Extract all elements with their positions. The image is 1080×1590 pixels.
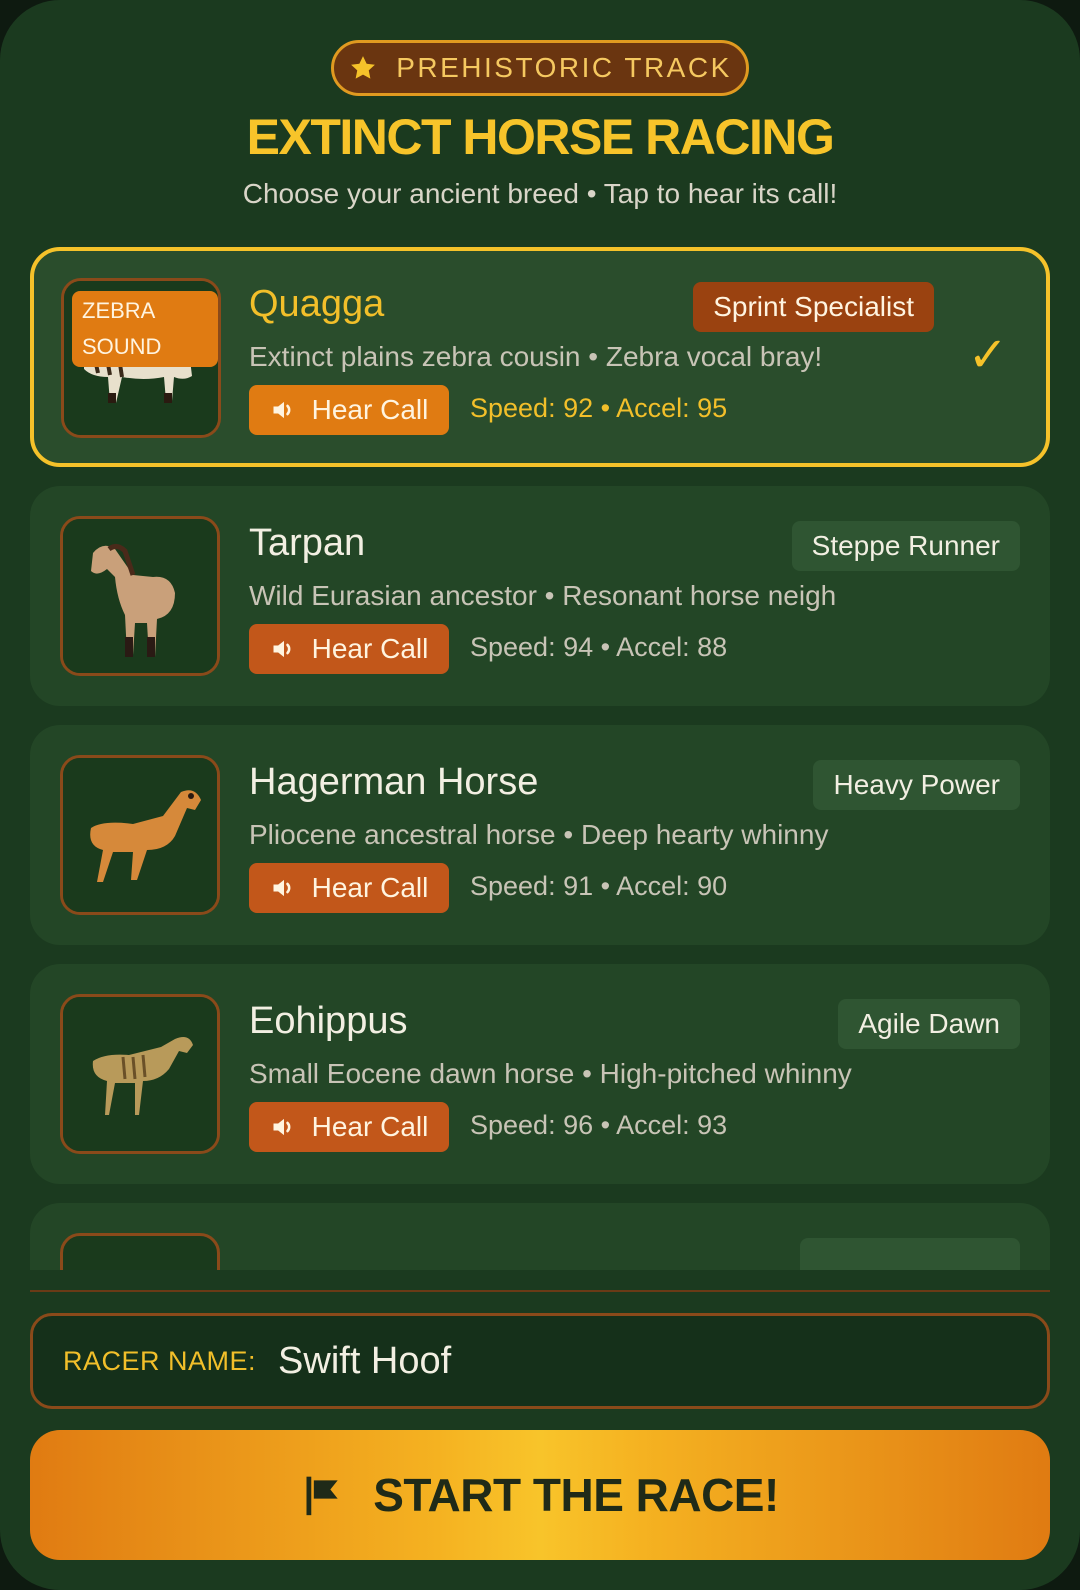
hagerman-horse-image xyxy=(63,758,217,912)
breed-stats: Speed: 96 • Accel: 93 xyxy=(470,1110,728,1140)
zebra-sound-label: ZEBRA SOUND xyxy=(72,291,218,367)
breed-card-eohippus[interactable]: Eohippus Agile Dawn Small Eocene dawn ho… xyxy=(30,964,1050,1184)
breed-name: Quagga xyxy=(249,283,385,325)
breed-name: Hagerman Horse xyxy=(249,761,539,803)
breed-card-quagga[interactable]: ZEBRA SOUND Quagga Sprint Specialist Ext… xyxy=(30,247,1050,467)
racer-name-label: RACER NAME: xyxy=(63,1345,257,1376)
breed-card-hagerman-horse[interactable]: Hagerman Horse Heavy Power Pliocene ance… xyxy=(30,725,1050,945)
breed-name: Eohippus xyxy=(249,1000,408,1042)
breed-tag: Sprint Specialist xyxy=(693,282,934,332)
hear-call-button[interactable]: Hear Call xyxy=(249,385,449,435)
breed-description: Small Eocene dawn horse • High-pitched w… xyxy=(249,1058,852,1089)
speaker-icon xyxy=(273,640,291,658)
hear-call-button[interactable]: Hear Call xyxy=(249,863,449,913)
breed-card-partial[interactable] xyxy=(30,1203,1050,1270)
racer-name-input[interactable]: Swift Hoof xyxy=(278,1340,451,1383)
hear-call-button[interactable]: Hear Call xyxy=(249,624,449,674)
breed-tag: Steppe Runner xyxy=(791,521,1020,571)
breed-thumbnail xyxy=(60,1233,220,1270)
track-badge: PREHISTORIC TRACK xyxy=(331,40,749,96)
breed-tag: Heavy Power xyxy=(813,760,1020,810)
breed-thumbnail xyxy=(60,994,220,1154)
zebra-sound-line1: ZEBRA xyxy=(82,298,156,323)
page-title: EXTINCT HORSE RACING xyxy=(246,109,835,165)
start-race-button[interactable]: START THE RACE! xyxy=(30,1430,1050,1560)
star-icon xyxy=(351,56,376,79)
tarpan-image xyxy=(63,519,217,673)
app-frame: PREHISTORIC TRACK EXTINCT HORSE RACING C… xyxy=(0,0,1080,1590)
breed-thumbnail xyxy=(60,516,220,676)
hear-call-label: Hear Call xyxy=(311,1111,429,1142)
selected-check-icon: ✓ xyxy=(967,329,1008,382)
breed-description: Wild Eurasian ancestor • Resonant horse … xyxy=(249,580,837,611)
breed-stats: Speed: 94 • Accel: 88 xyxy=(470,632,728,662)
breed-description: Pliocene ancestral horse • Deep hearty w… xyxy=(249,819,829,850)
speaker-icon xyxy=(273,1118,291,1136)
racer-name-field[interactable]: RACER NAME: Swift Hoof xyxy=(30,1313,1050,1409)
hear-call-label: Hear Call xyxy=(311,394,429,425)
breed-tag: Agile Dawn xyxy=(838,999,1020,1049)
flag-icon xyxy=(306,1476,338,1516)
breed-stats: Speed: 92 • Accel: 95 xyxy=(470,393,728,423)
hear-call-button[interactable]: Hear Call xyxy=(249,1102,449,1152)
start-race-label: START THE RACE! xyxy=(373,1469,779,1521)
page-subtitle: Choose your ancient breed • Tap to hear … xyxy=(242,178,838,209)
breed-description: Extinct plains zebra cousin • Zebra voca… xyxy=(249,341,823,372)
breed-name: Tarpan xyxy=(249,522,366,564)
eohippus-image xyxy=(63,997,217,1151)
hear-call-label: Hear Call xyxy=(311,872,429,903)
zebra-sound-line2: SOUND xyxy=(82,334,162,359)
breed-tag xyxy=(800,1238,1020,1270)
breed-list[interactable]: ZEBRA SOUND Quagga Sprint Specialist Ext… xyxy=(0,240,1080,1270)
hear-call-label: Hear Call xyxy=(311,633,429,664)
breed-thumbnail: ZEBRA SOUND xyxy=(61,278,221,438)
breed-thumbnail xyxy=(60,755,220,915)
speaker-icon xyxy=(273,879,291,897)
divider xyxy=(30,1290,1050,1292)
speaker-icon xyxy=(273,401,291,419)
track-badge-label: PREHISTORIC TRACK xyxy=(396,52,732,83)
breed-stats: Speed: 91 • Accel: 90 xyxy=(470,871,728,901)
breed-card-tarpan[interactable]: Tarpan Steppe Runner Wild Eurasian ances… xyxy=(30,486,1050,706)
